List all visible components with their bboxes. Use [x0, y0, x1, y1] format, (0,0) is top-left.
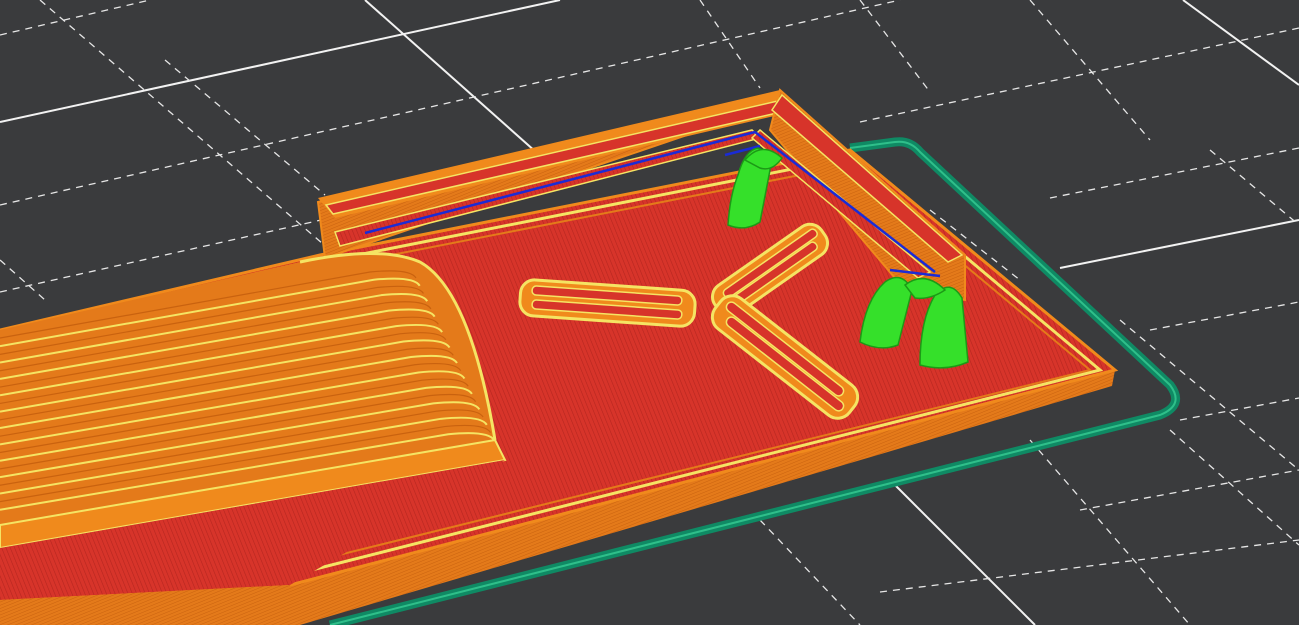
- 3d-preview-viewport[interactable]: [0, 0, 1299, 625]
- gcode-preview-canvas[interactable]: [0, 0, 1299, 625]
